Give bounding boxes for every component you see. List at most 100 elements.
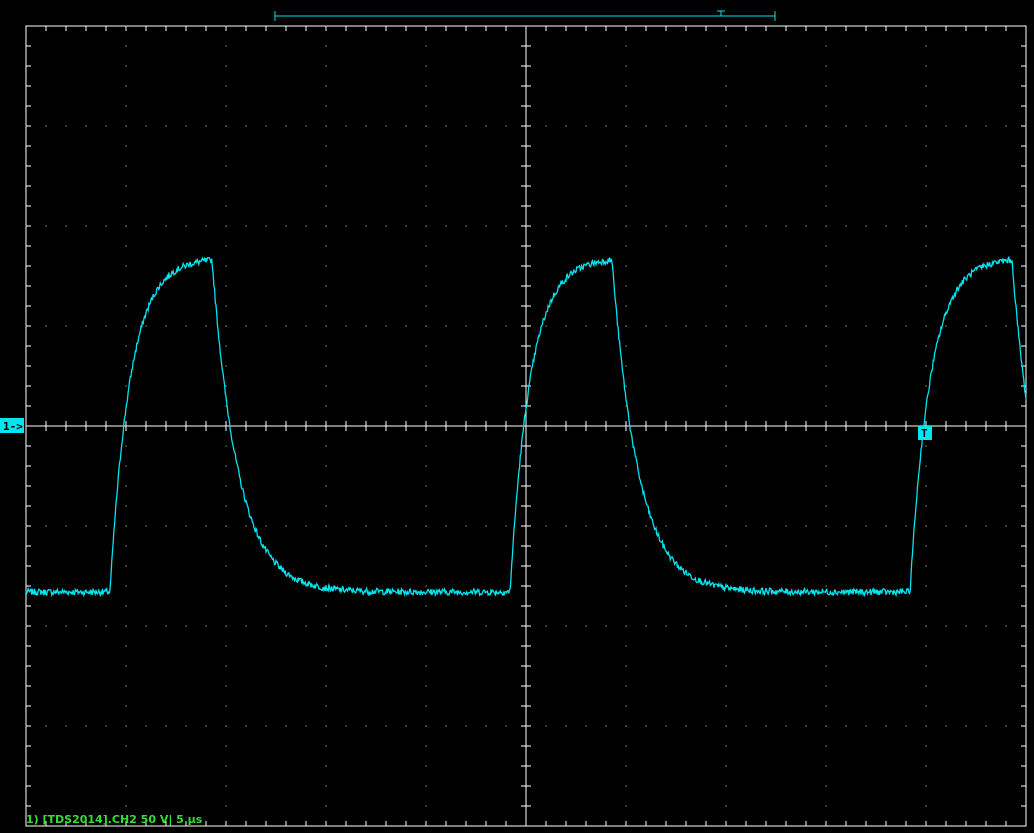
- grid-dot: [145, 325, 147, 327]
- grid-dot: [465, 725, 467, 727]
- grid-dot: [725, 745, 727, 747]
- grid-dot: [625, 645, 627, 647]
- grid-dot: [45, 325, 47, 327]
- channel-ref-marker[interactable]: 1->: [0, 418, 24, 433]
- grid-dot: [825, 85, 827, 87]
- grid-dot: [865, 225, 867, 227]
- grid-dot: [325, 385, 327, 387]
- trigger-marker[interactable]: T: [918, 426, 932, 440]
- grid-dot: [625, 765, 627, 767]
- grid-dot: [825, 465, 827, 467]
- grid-dot: [725, 325, 727, 327]
- grid-dot: [225, 805, 227, 807]
- grid-dot: [65, 225, 67, 227]
- grid-dot: [405, 325, 407, 327]
- grid-dot: [785, 525, 787, 527]
- grid-dot: [445, 525, 447, 527]
- grid-dot: [425, 525, 427, 527]
- grid-dot: [125, 485, 127, 487]
- oscilloscope-screen: 1-> T 1) [TDS2014].CH2 50 V| 5 µs: [0, 0, 1034, 833]
- grid-dot: [365, 125, 367, 127]
- grid-dot: [425, 665, 427, 667]
- grid-dot: [925, 365, 927, 367]
- grid-dot: [425, 485, 427, 487]
- grid-dot: [325, 105, 327, 107]
- grid-dot: [225, 485, 227, 487]
- grid-dot: [225, 785, 227, 787]
- screen-background: [0, 0, 1034, 833]
- grid-dot: [645, 125, 647, 127]
- grid-dot: [785, 125, 787, 127]
- grid-dot: [825, 745, 827, 747]
- grid-dot: [425, 585, 427, 587]
- grid-dot: [725, 345, 727, 347]
- grid-dot: [225, 525, 227, 527]
- grid-dot: [425, 205, 427, 207]
- grid-dot: [925, 665, 927, 667]
- grid-dot: [845, 325, 847, 327]
- grid-dot: [425, 245, 427, 247]
- grid-dot: [985, 725, 987, 727]
- grid-dot: [725, 105, 727, 107]
- grid-dot: [245, 325, 247, 327]
- grid-dot: [665, 225, 667, 227]
- grid-dot: [825, 785, 827, 787]
- grid-dot: [225, 505, 227, 507]
- grid-dot: [325, 505, 327, 507]
- grid-dot: [425, 765, 427, 767]
- grid-dot: [45, 725, 47, 727]
- grid-dot: [925, 785, 927, 787]
- grid-dot: [945, 625, 947, 627]
- grid-dot: [585, 325, 587, 327]
- grid-dot: [705, 225, 707, 227]
- grid-dot: [985, 125, 987, 127]
- grid-dot: [765, 125, 767, 127]
- grid-dot: [205, 325, 207, 327]
- grid-dot: [225, 725, 227, 727]
- grid-dot: [925, 505, 927, 507]
- grid-dot: [545, 225, 547, 227]
- grid-dot: [225, 445, 227, 447]
- grid-dot: [105, 625, 107, 627]
- grid-dot: [925, 185, 927, 187]
- grid-dot: [225, 605, 227, 607]
- grid-dot: [465, 625, 467, 627]
- grid-dot: [445, 225, 447, 227]
- grid-dot: [705, 525, 707, 527]
- grid-dot: [345, 625, 347, 627]
- grid-dot: [805, 625, 807, 627]
- grid-dot: [225, 705, 227, 707]
- grid-dot: [425, 165, 427, 167]
- grid-dot: [725, 305, 727, 307]
- grid-dot: [825, 445, 827, 447]
- grid-dot: [725, 665, 727, 667]
- grid-dot: [685, 625, 687, 627]
- grid-dot: [825, 645, 827, 647]
- grid-dot: [325, 165, 327, 167]
- grid-dot: [985, 225, 987, 227]
- grid-dot: [965, 625, 967, 627]
- grid-dot: [125, 105, 127, 107]
- grid-dot: [265, 525, 267, 527]
- grid-dot: [225, 665, 227, 667]
- grid-dot: [465, 525, 467, 527]
- grid-dot: [825, 365, 827, 367]
- grid-dot: [965, 725, 967, 727]
- grid-dot: [625, 505, 627, 507]
- grid-dot: [565, 325, 567, 327]
- grid-dot: [125, 645, 127, 647]
- grid-dot: [465, 225, 467, 227]
- grid-dot: [565, 625, 567, 627]
- grid-dot: [385, 725, 387, 727]
- grid-dot: [925, 585, 927, 587]
- grid-dot: [885, 525, 887, 527]
- grid-dot: [625, 445, 627, 447]
- grid-dot: [625, 325, 627, 327]
- grid-dot: [625, 745, 627, 747]
- grid-dot: [725, 785, 727, 787]
- grid-dot: [605, 325, 607, 327]
- grid-dot: [325, 665, 327, 667]
- grid-dot: [545, 525, 547, 527]
- grid-dot: [225, 745, 227, 747]
- grid-dot: [425, 685, 427, 687]
